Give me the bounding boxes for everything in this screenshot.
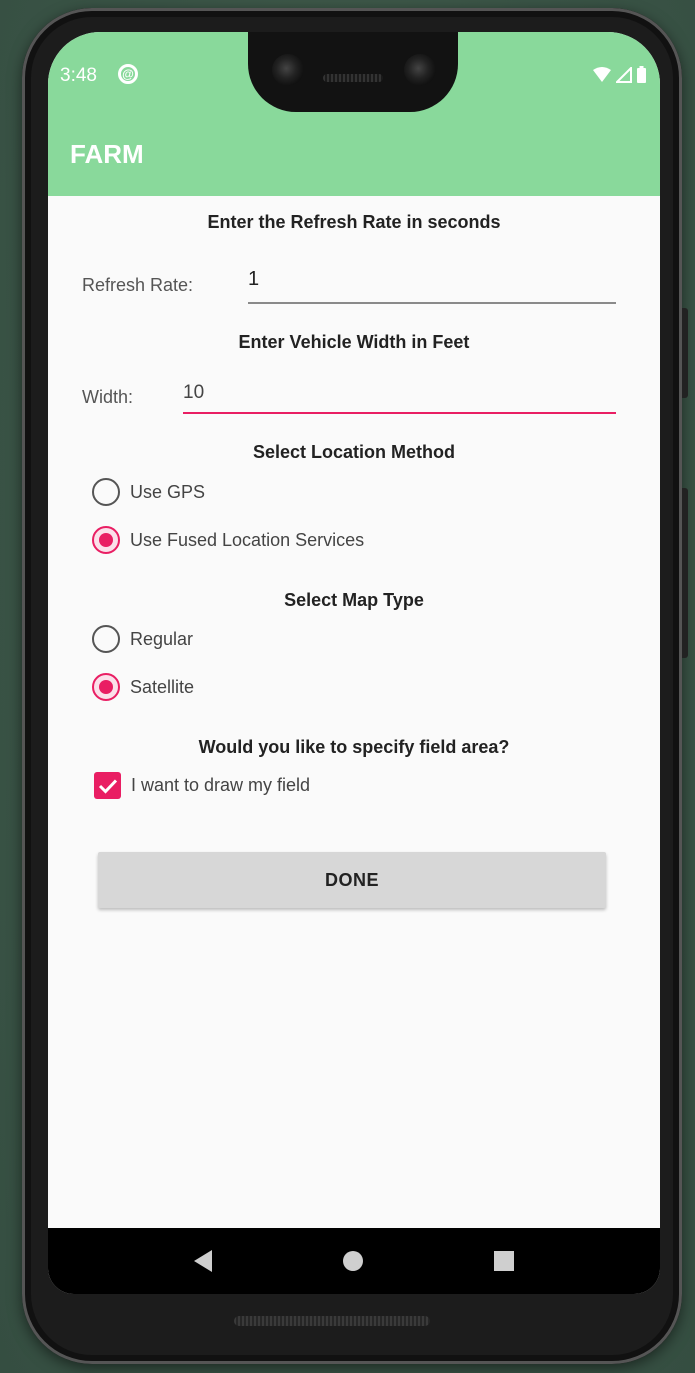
volume-button bbox=[682, 488, 688, 658]
screen: 3:48 @ FARM Enter the Refresh Rate in se… bbox=[48, 32, 660, 1294]
wifi-icon bbox=[593, 66, 611, 82]
radio-button-icon[interactable] bbox=[92, 478, 120, 506]
front-camera-icon bbox=[404, 54, 436, 86]
home-icon[interactable] bbox=[342, 1251, 363, 1271]
camera-notch bbox=[248, 32, 458, 112]
bottom-speaker bbox=[234, 1316, 430, 1326]
map-type-heading: Select Map Type bbox=[284, 590, 424, 610]
power-button bbox=[682, 308, 688, 398]
app-bar: FARM bbox=[48, 114, 660, 196]
front-camera-icon bbox=[272, 54, 304, 86]
refresh-rate-input[interactable] bbox=[248, 268, 616, 291]
phone-frame: 3:48 @ FARM Enter the Refresh Rate in se… bbox=[22, 8, 688, 1364]
radio-button-icon[interactable] bbox=[92, 625, 120, 653]
radio-regular[interactable]: Regular bbox=[92, 625, 193, 653]
earpiece-speaker bbox=[323, 74, 383, 82]
width-input-underline bbox=[183, 412, 616, 414]
radio-label: Satellite bbox=[130, 676, 195, 697]
at-sign-icon: @ bbox=[118, 64, 138, 84]
status-time: 3:48 bbox=[60, 65, 97, 86]
back-icon[interactable] bbox=[193, 1250, 212, 1272]
radio-use-gps[interactable]: Use GPS bbox=[92, 478, 205, 506]
radio-button-checked-icon[interactable] bbox=[92, 673, 120, 701]
radio-use-fused-location[interactable]: Use Fused Location Services bbox=[92, 526, 364, 554]
draw-field-checkbox-row[interactable]: I want to draw my field bbox=[94, 772, 310, 799]
refresh-rate-underline bbox=[248, 302, 616, 304]
location-heading: Select Location Method bbox=[252, 442, 456, 462]
done-button[interactable]: DONE bbox=[98, 852, 606, 908]
refresh-heading: Enter the Refresh Rate in seconds bbox=[207, 212, 501, 232]
draw-field-label: I want to draw my field bbox=[131, 775, 311, 795]
radio-satellite[interactable]: Satellite bbox=[92, 673, 194, 701]
recents-icon[interactable] bbox=[494, 1251, 515, 1271]
checkmark-icon bbox=[98, 778, 117, 794]
refresh-rate-label: Refresh Rate: bbox=[82, 275, 194, 295]
radio-label: Regular bbox=[130, 628, 194, 649]
radio-button-checked-icon[interactable] bbox=[92, 526, 120, 554]
status-icons bbox=[593, 66, 646, 83]
width-input[interactable] bbox=[183, 382, 616, 404]
navigation-bar bbox=[48, 1228, 660, 1294]
app-title: FARM bbox=[70, 139, 144, 169]
battery-icon bbox=[637, 66, 646, 83]
width-label: Width: bbox=[82, 387, 134, 407]
width-heading: Enter Vehicle Width in Feet bbox=[238, 332, 470, 352]
signal-icon bbox=[616, 66, 632, 83]
checkbox-checked-icon[interactable] bbox=[94, 772, 121, 799]
radio-label: Use GPS bbox=[130, 481, 206, 502]
radio-label: Use Fused Location Services bbox=[130, 529, 365, 550]
field-area-heading: Would you like to specify field area? bbox=[198, 737, 510, 757]
